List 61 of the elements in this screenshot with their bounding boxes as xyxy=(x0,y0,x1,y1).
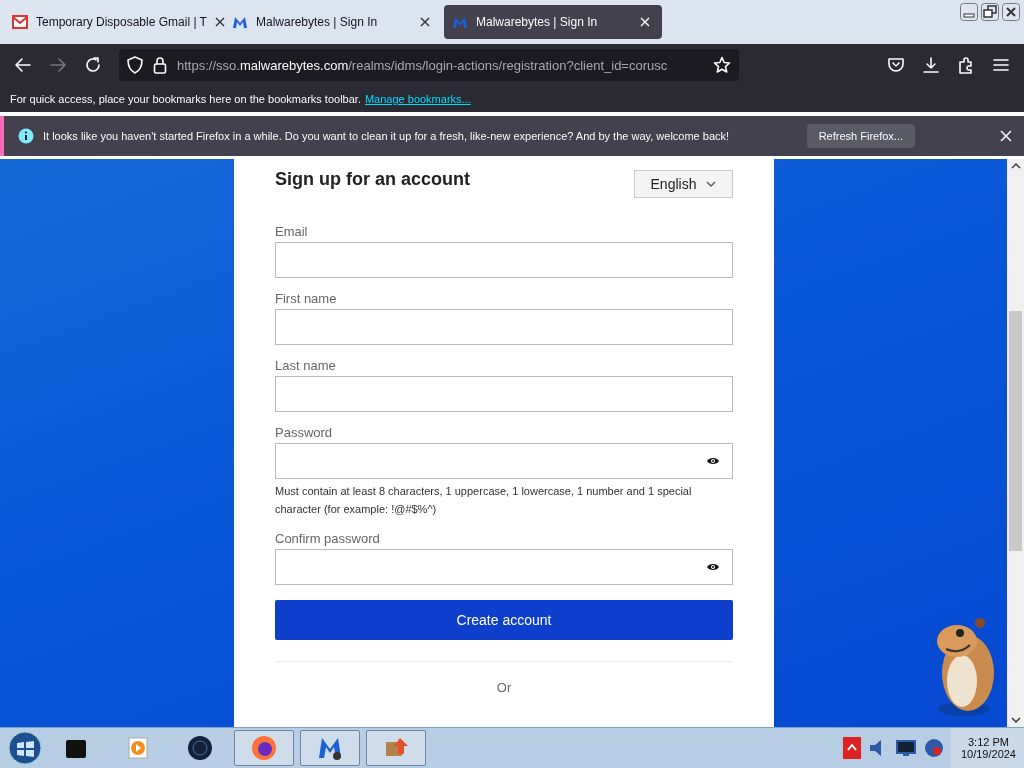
restore-icon[interactable] xyxy=(981,3,999,21)
menu-icon[interactable] xyxy=(992,56,1010,74)
clock-date[interactable]: 10/19/2024 xyxy=(960,748,1016,760)
input-field[interactable] xyxy=(275,309,733,345)
field-label: Email xyxy=(275,224,309,239)
m-logo-icon xyxy=(452,15,468,29)
eye-icon[interactable] xyxy=(706,456,720,466)
password-hint: Must contain at least 8 characters, 1 uppercase, 1 lowercase, 1 number and 1 special character (for example: !@#$%^) xyxy=(275,484,693,517)
refresh-firefox-button[interactable]: Refresh Firefox... xyxy=(806,124,915,148)
firefox-icon[interactable] xyxy=(250,734,278,762)
star-icon[interactable] xyxy=(713,56,731,74)
language-dropdown[interactable]: English xyxy=(634,170,733,198)
lock-icon xyxy=(153,56,167,74)
input-field[interactable] xyxy=(275,549,733,586)
download-icon[interactable] xyxy=(922,56,940,74)
browser-tab[interactable]: Temporary Disposable Gmail | T xyxy=(4,5,222,39)
scrollbar-thumb[interactable] xyxy=(1009,311,1022,551)
create-account-button[interactable]: Create account xyxy=(275,600,733,641)
tray-up-icon[interactable] xyxy=(842,737,861,759)
field-label: Last name xyxy=(275,358,337,373)
info-icon xyxy=(18,128,34,144)
clock-time[interactable]: 3:12 PM xyxy=(968,736,1009,748)
scrollbar[interactable] xyxy=(1007,159,1024,727)
manage-bookmarks-link[interactable]: Manage bookmarks... xyxy=(364,93,471,105)
tab-title: Malwarebytes | Sign In xyxy=(476,15,599,29)
url-text[interactable]: https://sso.malwarebytes.com/realms/idms/login-actions/registration?client_id=corusc xyxy=(177,57,703,73)
input-field[interactable] xyxy=(275,376,733,412)
close-icon[interactable] xyxy=(1002,3,1020,21)
puzzle-icon[interactable] xyxy=(957,56,975,74)
input-field[interactable] xyxy=(275,242,733,278)
tab-title: Malwarebytes | Sign In xyxy=(256,15,379,29)
chevron-down-icon xyxy=(706,181,717,187)
input-field[interactable] xyxy=(275,443,733,479)
browser-tab[interactable]: Malwarebytes | Sign In xyxy=(444,5,662,39)
browser-tab[interactable]: Malwarebytes | Sign In xyxy=(224,5,442,39)
back-arrow-icon[interactable] xyxy=(14,56,32,74)
minimize-icon[interactable] xyxy=(960,3,978,21)
start-orb-icon[interactable] xyxy=(8,731,42,765)
mail-icon xyxy=(12,15,28,29)
field-label: First name xyxy=(275,291,338,306)
globe-icon[interactable] xyxy=(186,734,214,762)
scroll-up-icon[interactable] xyxy=(1010,163,1021,169)
close-icon[interactable] xyxy=(214,17,225,27)
pocket-icon[interactable] xyxy=(887,56,905,74)
eye-icon[interactable] xyxy=(706,562,720,573)
address-bar[interactable]: https://sso.malwarebytes.com/realms/idms/login-actions/registration?client_id=corusc xyxy=(119,49,739,81)
form-title: Sign up for an account xyxy=(275,169,470,190)
reload-icon[interactable] xyxy=(84,56,102,74)
scroll-down-icon[interactable] xyxy=(1010,717,1021,723)
network-icon[interactable] xyxy=(922,737,945,759)
shield-icon xyxy=(127,56,143,74)
tab-title: Temporary Disposable Gmail | T xyxy=(36,15,207,29)
bookmarks-hint: For quick access, place your bookmarks here on the bookmarks toolbar. xyxy=(10,93,361,105)
notification-message: It looks like you haven't started Firefox in a while. Do you want to clean it up for a fresh, like-new experience? And by the way, welcome back! xyxy=(43,130,731,142)
or-divider-text: Or xyxy=(495,680,513,696)
field-label: Confirm password xyxy=(275,531,381,547)
field-label: Password xyxy=(275,425,334,440)
m-logo-icon xyxy=(232,15,248,29)
forward-arrow-icon[interactable] xyxy=(49,56,67,74)
monitor-icon[interactable] xyxy=(894,737,917,759)
close-icon[interactable] xyxy=(420,17,430,27)
